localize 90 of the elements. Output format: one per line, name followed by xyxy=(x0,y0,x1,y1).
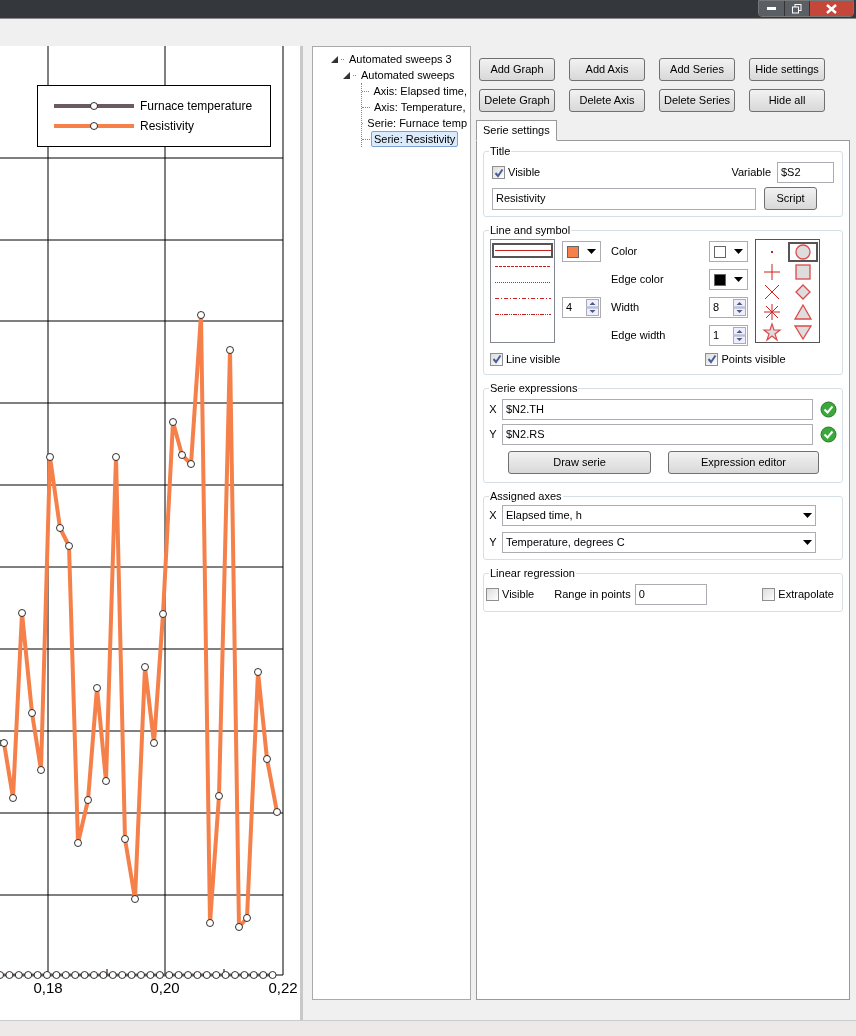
tree-item[interactable]: Axis: Temperature, xyxy=(371,99,469,115)
button[interactable]: Add Axis xyxy=(569,58,645,81)
spin-box[interactable]: 4 xyxy=(562,297,601,318)
axis-label: X xyxy=(488,401,498,417)
button[interactable]: Hide all xyxy=(749,89,825,112)
tree-item[interactable]: Axis: Elapsed time, xyxy=(370,83,470,99)
x-tick-label: 0,20 xyxy=(150,979,180,996)
minimize-button[interactable] xyxy=(759,1,784,16)
expand-arrow-icon[interactable] xyxy=(343,71,350,79)
checkbox-label: Line visible xyxy=(506,352,561,367)
axis-label: Y xyxy=(488,426,498,442)
button[interactable]: Hide settings xyxy=(749,58,825,81)
dropdown-arrow-icon xyxy=(803,539,812,545)
field-label: Variable xyxy=(731,165,771,181)
line-sample-icon xyxy=(494,297,551,300)
checkbox[interactable] xyxy=(705,352,719,366)
x-tick-label: 0,22 xyxy=(268,979,298,996)
input-field[interactable]: 0 xyxy=(634,583,707,605)
tree-item[interactable]: Serie: Resistivity xyxy=(371,131,459,147)
checkbox[interactable] xyxy=(490,352,503,366)
checkbox[interactable] xyxy=(762,587,776,601)
checkbox-label: Visible xyxy=(502,586,535,602)
tree-item[interactable]: Automated sweeps xyxy=(358,67,458,83)
button[interactable]: Add Graph xyxy=(479,58,555,81)
button[interactable]: Draw serie xyxy=(508,450,651,474)
line-sample-icon xyxy=(494,281,551,284)
field-label: Width xyxy=(611,300,641,316)
axis-label: Y xyxy=(488,534,498,550)
color-picker[interactable] xyxy=(709,241,748,262)
button[interactable]: Script xyxy=(764,187,817,210)
legend-label: Resistivity xyxy=(140,118,194,135)
color-picker[interactable] xyxy=(562,241,601,262)
axis-label: X xyxy=(488,507,498,523)
spin-arrows-icon[interactable] xyxy=(733,299,746,316)
checkbox-label: Points visible xyxy=(721,352,786,367)
close-button[interactable] xyxy=(809,1,853,16)
plus-icon xyxy=(762,262,783,282)
symbol-item[interactable] xyxy=(787,242,818,262)
field-label: Edge color xyxy=(611,272,665,288)
legend-label: Furnace temperature xyxy=(140,98,253,115)
checkbox[interactable] xyxy=(492,166,505,179)
dropdown[interactable]: Temperature, degrees C xyxy=(502,531,816,553)
restore-icon xyxy=(792,3,802,14)
button[interactable]: Delete Series xyxy=(659,89,735,112)
input-field[interactable]: $N2.TH xyxy=(502,398,813,420)
input-field[interactable]: Resistivity xyxy=(492,187,756,210)
restore-button[interactable] xyxy=(784,1,809,16)
line-sample-icon xyxy=(494,265,551,268)
spin-arrows-icon[interactable] xyxy=(586,299,599,316)
dropdown-arrow-icon xyxy=(734,249,743,254)
triangle-down-icon xyxy=(792,322,813,342)
field-label: Edge width xyxy=(611,328,667,344)
button[interactable]: Delete Graph xyxy=(479,89,555,112)
field-label: Color xyxy=(611,244,639,260)
button[interactable]: Expression editor xyxy=(668,450,819,474)
tree-item[interactable]: Serie: Furnace temp xyxy=(364,115,470,131)
line-style-list[interactable] xyxy=(490,239,555,343)
spin-box[interactable]: 8 xyxy=(709,297,748,318)
checkbox-label: Visible xyxy=(508,165,541,181)
field-label: Range in points xyxy=(554,586,631,602)
tab[interactable]: Serie settings xyxy=(476,120,557,141)
close-icon xyxy=(826,3,837,14)
expand-arrow-icon[interactable] xyxy=(331,55,338,63)
spin-arrows-icon[interactable] xyxy=(733,327,746,344)
star-icon xyxy=(762,322,783,342)
dropdown-arrow-icon xyxy=(587,249,596,254)
triangle-icon xyxy=(792,302,813,322)
dropdown-arrow-icon xyxy=(803,512,812,518)
color-picker[interactable] xyxy=(709,269,748,290)
input-field[interactable]: $N2.RS xyxy=(502,423,813,445)
button[interactable]: Delete Axis xyxy=(569,89,645,112)
minimize-icon xyxy=(767,7,776,10)
line-style-item[interactable] xyxy=(492,243,553,258)
group-title: Line and symbol xyxy=(489,223,572,237)
dropdown[interactable]: Elapsed time, h xyxy=(502,504,816,526)
input-field[interactable]: $S2 xyxy=(777,162,834,183)
group-title: Title xyxy=(489,144,512,158)
checkbox[interactable] xyxy=(486,587,499,601)
dropdown-arrow-icon xyxy=(734,277,743,282)
tree-item[interactable]: Automated sweeps 3 xyxy=(346,51,455,67)
asterisk-icon xyxy=(762,302,783,322)
symbol-list[interactable] xyxy=(755,239,820,343)
line-sample-icon xyxy=(494,313,551,316)
button[interactable]: Add Series xyxy=(659,58,735,81)
x-tick-label: 0,18 xyxy=(33,979,63,996)
spin-box[interactable]: 1 xyxy=(709,325,748,346)
line-sample-icon xyxy=(494,249,551,252)
square-icon xyxy=(792,262,813,282)
circle-icon xyxy=(792,242,813,262)
checkbox-label: Extrapolate xyxy=(778,586,834,602)
